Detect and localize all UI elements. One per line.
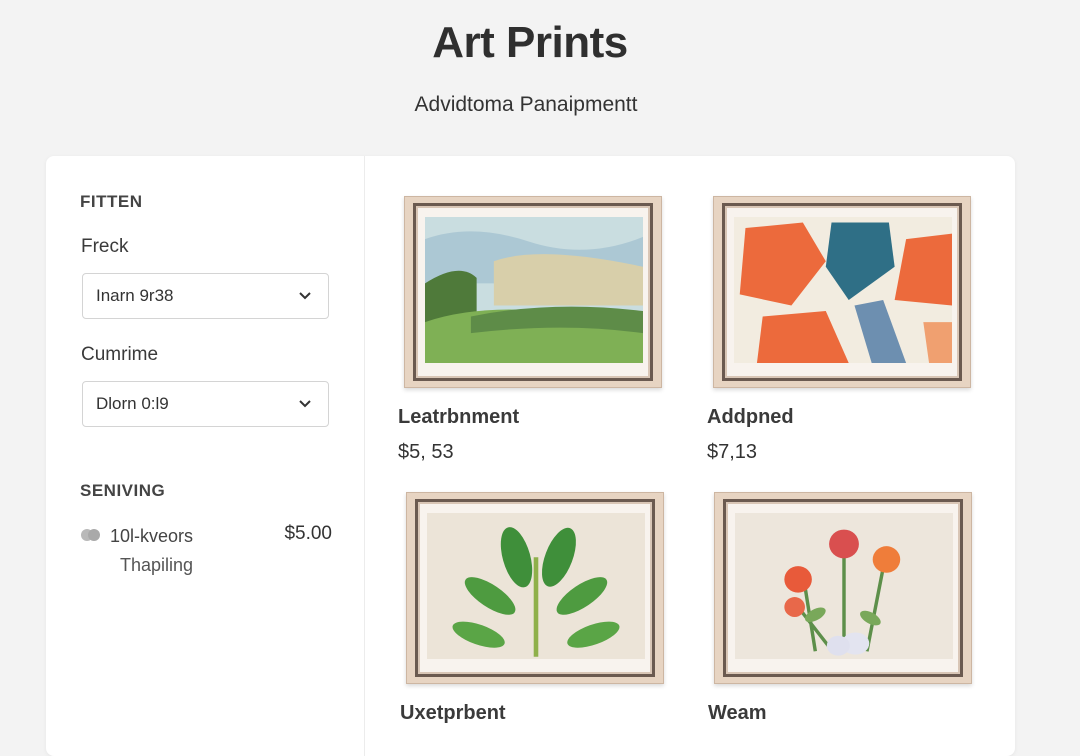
product-image-frame (713, 196, 971, 388)
product-price: $5, 53 (398, 441, 454, 463)
product-title: Uxetprbent (400, 702, 506, 724)
filter-sidebar: FITTEN Freck Inarn 9r38 Cumrime Dlorn 0:… (46, 156, 365, 756)
product-card[interactable]: Leatrbnment $5, 53 (398, 196, 664, 463)
product-image-frame (404, 196, 662, 388)
product-title: Weam (708, 702, 767, 724)
filter-select-1-value: Inarn 9r38 (96, 286, 174, 305)
product-image-frame (406, 492, 664, 684)
product-title: Leatrbnment (398, 406, 520, 428)
shipping-option-name: 10l-kveors (110, 526, 194, 546)
shipping-option-price: $5.00 (284, 523, 332, 544)
filter-select-1[interactable]: Inarn 9r38 (82, 273, 329, 319)
product-price: $7,13 (707, 441, 758, 463)
product-card[interactable]: Uxetprbent (400, 492, 666, 724)
product-image-frame (714, 492, 972, 684)
product-card[interactable]: Weam (708, 492, 974, 724)
product-title: Addpned (707, 406, 794, 428)
leaf-painting-image (427, 513, 645, 659)
flower-painting-image (735, 513, 953, 659)
filter-label-2: Cumrime (81, 344, 159, 365)
page-subtitle: Advidtoma Panaipmentt (414, 93, 638, 116)
chevron-down-icon (299, 400, 311, 408)
content-panel: FITTEN Freck Inarn 9r38 Cumrime Dlorn 0:… (46, 156, 1015, 756)
shipping-heading: SENIVING (80, 481, 166, 500)
landscape-painting-image (425, 217, 643, 363)
filter-select-2-value: Dlorn 0:l9 (96, 394, 169, 413)
shipping-option-icon (81, 529, 100, 541)
filter-label-1: Freck (81, 236, 129, 257)
page-title: Art Prints (432, 18, 628, 67)
filter-heading: FITTEN (80, 192, 143, 211)
filter-select-2[interactable]: Dlorn 0:l9 (82, 381, 329, 427)
abstract-painting-image (734, 217, 952, 363)
shipping-option[interactable]: 10l-kveors Thapiling $5.00 (80, 523, 332, 583)
product-card[interactable]: Addpned $7,13 (707, 196, 973, 463)
chevron-down-icon (299, 292, 311, 300)
shipping-option-subtitle: Thapiling (120, 555, 194, 575)
